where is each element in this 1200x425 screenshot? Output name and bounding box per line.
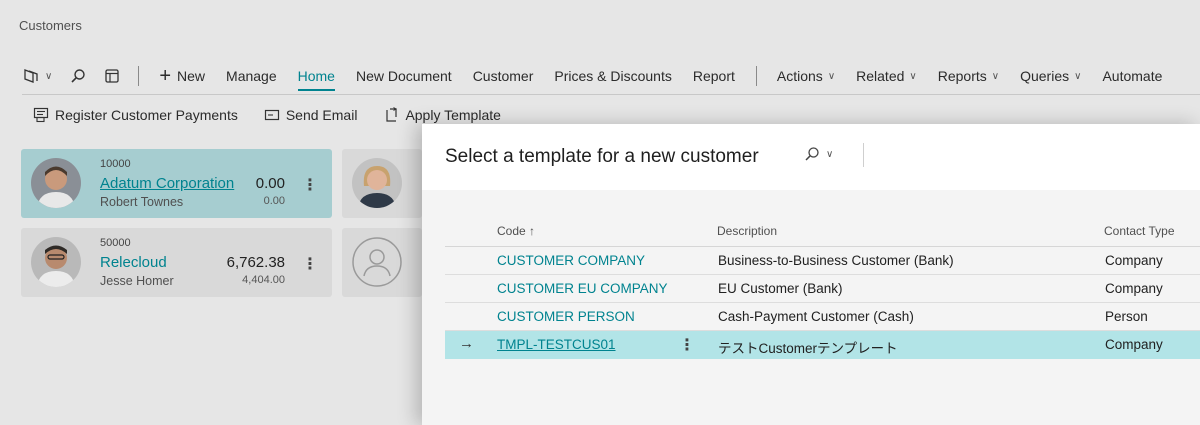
template-code-link[interactable]: CUSTOMER PERSON [497,309,635,324]
dialog-header: Select a template for a new customer ∨ [422,124,1200,190]
dynamics-icon[interactable]: ∨ [22,68,52,84]
customer-contact: Jesse Homer [100,274,174,288]
more-options-icon[interactable]: ⋮ [302,254,318,274]
menu-queries[interactable]: Queries ∨ [1020,68,1081,84]
divider [863,143,864,167]
page-title: Customers [19,18,82,33]
divider [755,66,757,86]
send-email-label: Send Email [285,107,358,123]
customer-number: 50000 [100,237,131,249]
menu-actions[interactable]: Actions ∨ [777,68,835,84]
divider [138,66,140,86]
new-button[interactable]: + New [159,66,205,86]
more-options-icon[interactable]: ⋮ [302,175,318,195]
template-contact-type: Company [1105,253,1163,268]
template-list: Code ↑ Description Contact Type CUSTOMER… [445,212,1200,359]
tab-customer[interactable]: Customer [473,68,534,84]
payment-icon [33,107,49,123]
template-code-link[interactable]: CUSTOMER COMPANY [497,253,645,268]
chevron-down-icon: ∨ [909,70,917,82]
plus-icon: + [159,65,172,87]
layout-icon[interactable] [104,68,120,84]
chevron-down-icon: ∨ [826,148,834,160]
action-bar: Register Customer Payments Send Email Ap… [33,107,527,123]
avatar [31,237,81,287]
template-description: EU Customer (Bank) [718,281,843,296]
command-bar-divider [22,94,1200,95]
template-description: Business-to-Business Customer (Bank) [718,253,954,268]
customer-name-link[interactable]: Adatum Corporation [100,175,234,192]
customer-balance: 0.00 [255,175,285,192]
search-icon[interactable] [70,68,86,84]
arrow-right-icon: → [459,335,474,352]
search-icon [805,147,819,161]
column-header-contact-type[interactable]: Contact Type [1104,224,1175,238]
tab-manage[interactable]: Manage [226,68,277,84]
template-contact-type: Company [1105,337,1163,352]
template-code-link[interactable]: TMPL-TESTCUS01 [497,337,616,352]
template-contact-type: Person [1105,309,1148,324]
menu-related[interactable]: Related ∨ [856,68,917,84]
table-row[interactable]: CUSTOMER EU COMPANY EU Customer (Bank) C… [445,275,1200,303]
row-menu-icon[interactable]: ⋮ [679,335,695,355]
table-row-selected[interactable]: → TMPL-TESTCUS01 ⋮ テストCustomerテンプレート Com… [445,331,1200,359]
chevron-down-icon: ∨ [1074,70,1082,82]
menu-reports[interactable]: Reports ∨ [938,68,999,84]
menu-related-label: Related [856,68,905,84]
template-description: Cash-Payment Customer (Cash) [718,309,914,324]
dialog-search-button[interactable]: ∨ [804,146,833,162]
apply-template-button[interactable]: Apply Template [383,107,501,123]
customer-name-link[interactable]: Relecloud [100,254,167,271]
customer-balance: 6,762.38 [226,254,285,271]
avatar [31,158,81,208]
table-row[interactable]: CUSTOMER COMPANY Business-to-Business Cu… [445,247,1200,275]
customer-tile[interactable]: 10000 Adatum Corporation Robert Townes 0… [21,149,332,218]
chevron-down-icon: ∨ [991,70,1000,82]
new-button-label: New [177,68,206,84]
apply-template-label: Apply Template [405,107,501,123]
menu-queries-label: Queries [1020,68,1070,84]
chevron-down-icon: ∨ [827,70,836,82]
customer-contact: Robert Townes [100,195,184,209]
customer-balance-due: 4,404.00 [242,274,285,286]
register-customer-payments-button[interactable]: Register Customer Payments [33,107,238,123]
template-contact-type: Company [1105,281,1163,296]
default-avatar-icon [352,237,402,287]
tab-home[interactable]: Home [297,68,336,91]
send-email-button[interactable]: Send Email [264,107,358,123]
avatar [352,158,402,208]
table-header: Code ↑ Description Contact Type [445,212,1200,247]
chevron-down-icon: ∨ [45,70,53,82]
template-icon [386,107,398,122]
table-row[interactable]: CUSTOMER PERSON Cash-Payment Customer (C… [445,303,1200,331]
template-description: テストCustomerテンプレート [718,341,898,356]
customer-tile[interactable]: 50000 Relecloud Jesse Homer 6,762.38 4,4… [21,228,332,297]
template-code-link[interactable]: CUSTOMER EU COMPANY [497,281,668,296]
tab-prices-discounts[interactable]: Prices & Discounts [554,68,671,84]
select-template-dialog: Select a template for a new customer ∨ C… [422,124,1200,425]
tab-new-document[interactable]: New Document [356,68,452,84]
command-bar: ∨ + New Manage Home New Document Custome… [22,62,1183,91]
customer-tile-partial[interactable] [342,149,422,218]
column-header-description[interactable]: Description [717,224,777,238]
column-header-code[interactable]: Code ↑ [497,224,535,238]
menu-actions-label: Actions [776,68,823,84]
customer-number: 10000 [100,158,131,170]
menu-automate[interactable]: Automate [1102,68,1162,84]
customer-tile-partial[interactable] [342,228,422,297]
tab-report[interactable]: Report [693,68,735,84]
register-customer-payments-label: Register Customer Payments [55,107,238,123]
dialog-title: Select a template for a new customer [445,146,759,167]
email-icon [264,109,279,121]
menu-reports-label: Reports [937,68,987,84]
customer-balance-due: 0.00 [263,195,285,207]
